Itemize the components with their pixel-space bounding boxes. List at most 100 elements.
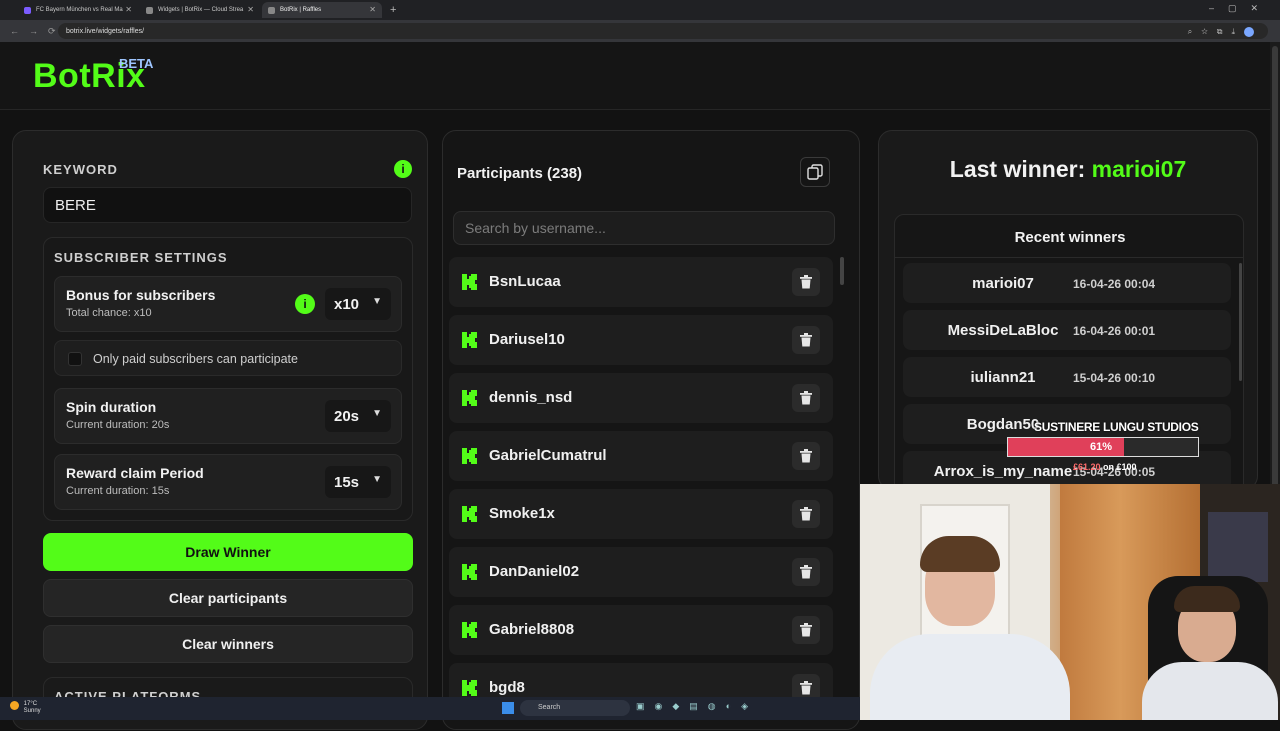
kick-platform-icon (462, 274, 477, 290)
participants-list[interactable]: BsnLucaa Dariusel10 dennis_nsd GabrielCumat… (449, 257, 835, 731)
trash-icon (800, 275, 812, 289)
kick-platform-icon (462, 680, 477, 696)
kick-platform-icon (462, 390, 477, 406)
tab-favicon-icon (24, 6, 31, 14)
webcam-poster (1208, 512, 1268, 582)
chevron-down-icon: ▼ (372, 408, 382, 419)
browser-tab-active[interactable]: BotRix | Raffles ✕ (262, 2, 382, 18)
delete-participant-button[interactable] (792, 558, 820, 586)
reward-period-setting: Reward claim Period Current duration: 15… (54, 454, 402, 510)
trash-icon (800, 449, 812, 463)
donation-goal-percent: 61% (1089, 441, 1113, 453)
donation-goal-bar: 61% (1007, 437, 1199, 457)
participant-row[interactable]: BsnLucaa (449, 257, 833, 307)
profile-avatar[interactable] (1244, 27, 1254, 37)
donation-goal: on £100 (1103, 462, 1137, 472)
clear-participants-button[interactable]: Clear participants (43, 579, 413, 617)
clear-winners-button[interactable]: Clear winners (43, 625, 413, 663)
spin-title: Spin duration (66, 399, 157, 415)
browser-tab[interactable]: Widgets | BotRix — Cloud Strea ✕ (140, 2, 260, 18)
paid-subscribers-row[interactable]: Only paid subscribers can participate (54, 340, 402, 376)
participant-row[interactable]: Gabriel8808 (449, 605, 833, 655)
keyword-input[interactable]: BERE (43, 187, 412, 223)
bonus-select[interactable]: x10 ▼ (325, 288, 391, 320)
close-tab-icon[interactable]: ✕ (369, 5, 376, 14)
browser-actions[interactable]: ⌕☆⧉⤓ (1188, 27, 1254, 37)
reload-icon[interactable]: ⟳ (48, 26, 56, 37)
draw-winner-button[interactable]: Draw Winner (43, 533, 413, 571)
participant-row[interactable]: dennis_nsd (449, 373, 833, 423)
participant-name: bgd8 (489, 679, 525, 696)
delete-participant-button[interactable] (792, 616, 820, 644)
spin-duration-setting: Spin duration Current duration: 20s 20s … (54, 388, 402, 444)
trash-icon (800, 623, 812, 637)
back-icon[interactable]: ← (10, 26, 19, 36)
winner-row: marioi07 16-04-26 00:04 (903, 263, 1231, 303)
participant-name: DanDaniel02 (489, 563, 580, 580)
copy-participants-button[interactable] (800, 157, 830, 187)
trash-icon (800, 565, 812, 579)
winner-row: iuliann21 15-04-26 00:10 (903, 357, 1231, 397)
trash-icon (800, 681, 812, 695)
new-tab-icon[interactable]: + (390, 4, 396, 16)
winner-date: 16-04-26 00:04 (1073, 277, 1156, 291)
participant-row[interactable]: Smoke1x (449, 489, 833, 539)
kick-platform-icon (462, 332, 477, 348)
bonus-info-icon[interactable]: i (295, 294, 315, 314)
paid-subscribers-checkbox[interactable] (68, 352, 82, 366)
winner-date: 15-04-26 00:10 (1073, 371, 1156, 385)
participant-name: Gabriel8808 (489, 621, 575, 638)
os-taskbar: 17°C Sunny Search ▣◉◆▤◍◐◈ (0, 697, 860, 720)
subscriber-settings: SUBSCRIBER SETTINGS Bonus for subscriber… (43, 237, 413, 521)
spin-select[interactable]: 20s ▼ (325, 400, 391, 432)
delete-participant-button[interactable] (792, 442, 820, 470)
delete-participant-button[interactable] (792, 384, 820, 412)
keyword-label: KEYWORD (43, 162, 118, 177)
delete-participant-button[interactable] (792, 500, 820, 528)
taskbar-apps[interactable]: ▣◉◆▤◍◐◈ (636, 701, 758, 712)
browser-tab[interactable]: FC Bayern München vs Real Ma ✕ (18, 2, 138, 18)
bonus-setting: Bonus for subscribers Total chance: x10 … (54, 276, 402, 332)
browser-tab-bar: FC Bayern München vs Real Ma ✕ Widgets |… (0, 0, 1280, 20)
weather-label: Sunny (23, 708, 41, 714)
kick-platform-icon (462, 448, 477, 464)
tab-favicon-icon (146, 6, 153, 14)
weather-temp: 17°C (23, 701, 38, 707)
recent-winners-scrollbar[interactable] (1239, 263, 1242, 381)
close-tab-icon[interactable]: ✕ (247, 5, 254, 14)
participant-row[interactable]: DanDaniel02 (449, 547, 833, 597)
winner-date: 16-04-26 00:01 (1073, 324, 1156, 338)
delete-participant-button[interactable] (792, 268, 820, 296)
streamer-left (870, 634, 1070, 720)
winner-row: MessiDeLaBloc 16-04-26 00:01 (903, 310, 1231, 350)
url-field[interactable]: botrix.live/widgets/raffles/ ⌕☆⧉⤓ (58, 23, 1268, 39)
window-controls[interactable]: –▢✕ (1209, 3, 1272, 14)
participants-panel: Participants (238) BsnLucaa Dariusel10 den… (442, 130, 860, 730)
delete-participant-button[interactable] (792, 326, 820, 354)
participants-scrollbar[interactable] (840, 257, 844, 285)
close-tab-icon[interactable]: ✕ (125, 5, 132, 14)
participant-search-input[interactable] (453, 211, 835, 245)
raffle-settings-panel: KEYWORD i BERE SUBSCRIBER SETTINGS Bonus… (12, 130, 428, 730)
tab-label: Widgets | BotRix — Cloud Strea (158, 7, 244, 13)
chevron-down-icon: ▼ (372, 296, 382, 307)
last-winner-name: marioi07 (1091, 156, 1187, 182)
participant-row[interactable]: GabrielCumatrul (449, 431, 833, 481)
tab-label: BotRix | Raffles (280, 7, 322, 13)
donation-goal-amount: £61.20 on £100 (1073, 462, 1137, 472)
kick-platform-icon (462, 564, 477, 580)
reward-select[interactable]: 15s ▼ (325, 466, 391, 498)
last-winner: Last winner: marioi07 (879, 156, 1257, 183)
tab-label: FC Bayern München vs Real Ma (36, 7, 123, 13)
forward-icon[interactable]: → (29, 26, 38, 36)
webcam-feed (860, 484, 1280, 720)
weather-widget[interactable]: 17°C Sunny (10, 701, 41, 715)
windows-start-icon[interactable] (502, 702, 514, 714)
address-bar-row: ← → ⟳ botrix.live/widgets/raffles/ ⌕☆⧉⤓ (0, 20, 1280, 42)
participant-row[interactable]: Dariusel10 (449, 315, 833, 365)
beta-badge: BETA (119, 56, 154, 71)
keyword-info-icon[interactable]: i (394, 160, 412, 178)
bonus-subtitle: Total chance: x10 (66, 307, 152, 319)
taskbar-search[interactable]: Search (520, 700, 630, 716)
participant-name: dennis_nsd (489, 389, 573, 406)
